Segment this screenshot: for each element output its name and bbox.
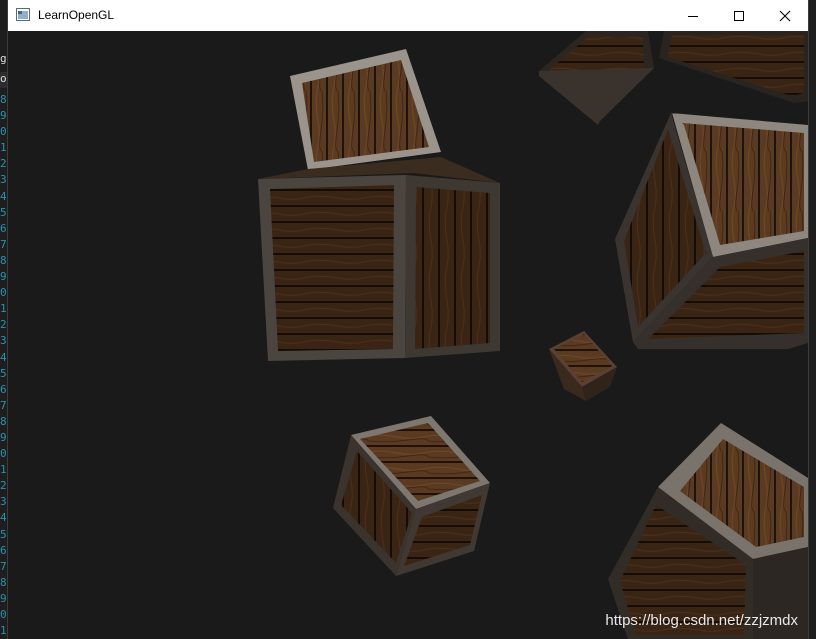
editor-line-number: 9 xyxy=(0,270,7,284)
editor-line-number: 2 xyxy=(0,318,7,332)
window-title: LearnOpenGL xyxy=(38,8,115,22)
crate-cube xyxy=(258,157,500,361)
editor-line-number: 1 xyxy=(0,141,7,155)
editor-line-number: 5 xyxy=(0,205,7,219)
editor-line-number: 2 xyxy=(0,479,7,493)
crate-cube xyxy=(290,49,441,170)
editor-line-number: 3 xyxy=(0,495,7,509)
opengl-viewport[interactable]: https://blog.csdn.net/zzjzmdx xyxy=(8,31,808,639)
editor-line-number: 9 xyxy=(0,430,7,444)
crate-cube xyxy=(659,31,808,103)
title-bar[interactable]: LearnOpenGL xyxy=(8,0,808,32)
editor-line-number: 5 xyxy=(0,527,7,541)
editor-line-number: 8 xyxy=(0,253,7,267)
editor-line-number: 0 xyxy=(0,447,7,461)
editor-line-number: 2 xyxy=(0,157,7,171)
watermark-text: https://blog.csdn.net/zzjzmdx xyxy=(605,612,798,629)
crate-cube xyxy=(615,113,808,349)
editor-line-number: 9 xyxy=(0,591,7,605)
editor-line-number: 1 xyxy=(0,302,7,316)
crate-scene xyxy=(258,31,808,639)
editor-line-number: 6 xyxy=(0,543,7,557)
editor-line-number: 9 xyxy=(0,109,7,123)
crate-cube xyxy=(608,423,808,639)
editor-line-number: 3 xyxy=(0,334,7,348)
minimize-button[interactable] xyxy=(670,0,716,31)
close-icon xyxy=(779,10,791,21)
editor-line-number: 8 xyxy=(0,93,7,106)
editor-line-number: 1 xyxy=(0,624,7,638)
editor-line-number: 4 xyxy=(0,350,7,364)
crate-cube xyxy=(539,31,654,125)
crate-cube xyxy=(549,331,617,401)
maximize-icon xyxy=(734,10,744,21)
editor-line-numbers: 8 9 0 1 2 3 4 5 6 7 8 9 0 1 2 3 4 5 6 7 8 9 0 1 2 3 4 5 6 7 8 9 0 1 xyxy=(0,92,8,639)
editor-line-number: 3 xyxy=(0,173,7,187)
editor-line-number: 4 xyxy=(0,511,7,525)
editor-line-number: 4 xyxy=(0,189,7,203)
close-button[interactable] xyxy=(762,0,808,31)
editor-fragment: g xyxy=(0,52,7,65)
maximize-button[interactable] xyxy=(716,0,762,31)
editor-line-number: 1 xyxy=(0,463,7,477)
minimize-icon xyxy=(688,15,698,17)
editor-line-number: 0 xyxy=(0,286,7,300)
learnopengl-window: LearnOpenGL https://blog.csdn.net/zzjzmd… xyxy=(8,0,808,639)
editor-line-number: 8 xyxy=(0,414,7,428)
editor-line-number: 5 xyxy=(0,366,7,380)
editor-line-number: 6 xyxy=(0,221,7,235)
crate-cube xyxy=(333,416,490,576)
app-icon xyxy=(16,8,30,21)
editor-fragment: o xyxy=(0,72,8,88)
editor-line-number: 7 xyxy=(0,398,7,412)
editor-line-number: 0 xyxy=(0,125,7,139)
editor-line-number: 6 xyxy=(0,382,7,396)
editor-line-number: 8 xyxy=(0,575,7,589)
editor-line-number: 0 xyxy=(0,608,7,621)
editor-line-number: 7 xyxy=(0,237,7,251)
editor-line-number: 7 xyxy=(0,559,7,573)
